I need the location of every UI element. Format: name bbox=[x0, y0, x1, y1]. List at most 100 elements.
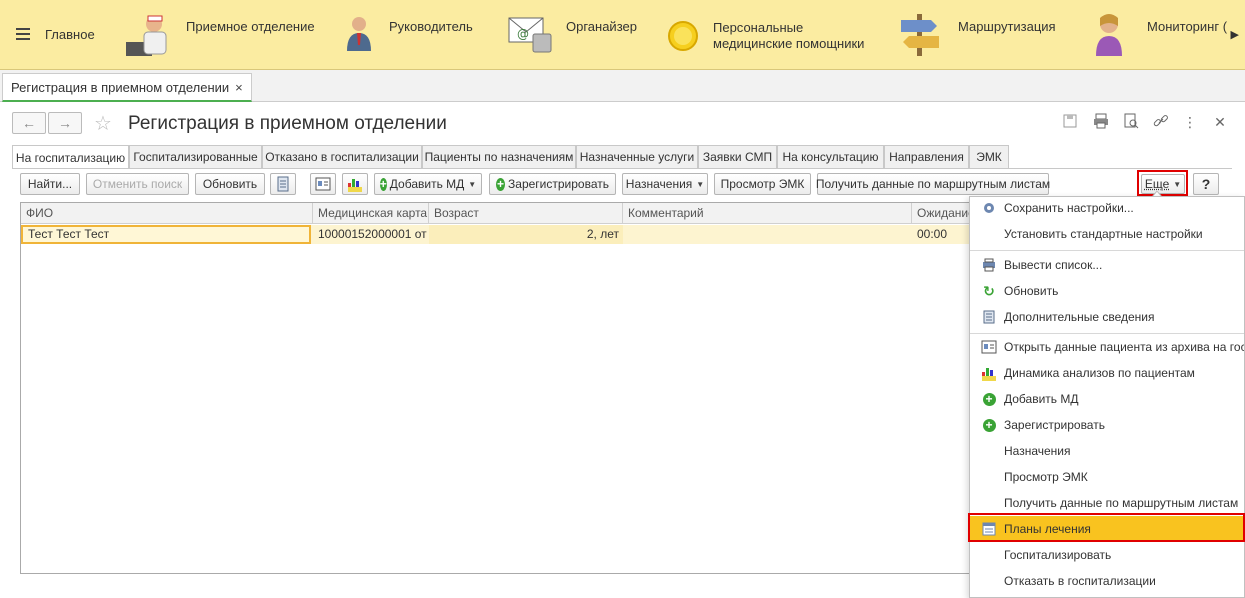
menu-item-label: Обновить bbox=[1004, 284, 1059, 298]
refresh-button[interactable]: Обновить bbox=[195, 173, 265, 195]
section-routing[interactable]: Маршрутизация bbox=[897, 0, 1056, 70]
menu-item-label: Зарегистрировать bbox=[1004, 418, 1105, 432]
menu-item-save-settings[interactable]: Сохранить настройки... bbox=[970, 197, 1244, 221]
menu-item-print-list[interactable]: Вывести список... bbox=[970, 252, 1244, 278]
scroll-right-icon[interactable]: ▶ bbox=[1231, 28, 1239, 41]
section-manager-label: Руководитель bbox=[389, 19, 473, 34]
table-header: ФИО Медицинская карта Возраст Комментари… bbox=[21, 203, 1019, 224]
tab-consultation[interactable]: На консультацию bbox=[777, 145, 884, 168]
section-monitoring[interactable]: Мониторинг ( bbox=[1094, 0, 1227, 70]
column-header-fio[interactable]: ФИО bbox=[21, 203, 313, 224]
section-reception-label: Приемное отделение bbox=[186, 19, 315, 34]
add-icon: + bbox=[981, 417, 997, 433]
menu-item-hospitalize[interactable]: Госпитализировать bbox=[970, 542, 1244, 568]
section-reception[interactable]: Приемное отделение bbox=[122, 0, 315, 70]
menu-item-add-md[interactable]: + Добавить МД bbox=[970, 386, 1244, 412]
cell-age[interactable]: 2, лет bbox=[429, 225, 623, 244]
archive-button[interactable] bbox=[310, 173, 336, 195]
analysis-icon bbox=[348, 179, 362, 192]
details-button[interactable] bbox=[270, 173, 296, 195]
monitoring-icon bbox=[1096, 14, 1122, 56]
open-windows-bar: Регистрация в приемном отделении × bbox=[0, 70, 1245, 102]
arrow-left-icon: ← bbox=[22, 115, 36, 131]
find-button[interactable]: Найти... bbox=[20, 173, 80, 195]
section-main[interactable]: Главное bbox=[45, 0, 95, 70]
patients-table[interactable]: ФИО Медицинская карта Возраст Комментари… bbox=[20, 202, 1020, 574]
more-vertical-icon[interactable]: ⋮ bbox=[1181, 113, 1199, 131]
link-icon[interactable] bbox=[1152, 113, 1170, 131]
chevron-down-icon: ▼ bbox=[468, 179, 477, 189]
appointments-label: Назначения bbox=[625, 177, 693, 191]
svg-text:@: @ bbox=[517, 27, 529, 41]
menu-item-view-emk[interactable]: Просмотр ЭМК bbox=[970, 464, 1244, 490]
tab-patients-by-appointments[interactable]: Пациенты по назначениям bbox=[422, 145, 576, 168]
archive-icon bbox=[315, 177, 331, 191]
close-form-icon[interactable]: ✕ bbox=[1211, 113, 1229, 131]
menu-item-label: Вывести список... bbox=[1004, 258, 1103, 272]
menu-item-label: Установить стандартные настройки bbox=[1004, 227, 1203, 241]
section-assistants-label-2: медицинские помощники bbox=[713, 36, 865, 51]
treatment-plans-annotation bbox=[968, 513, 1245, 542]
archive-icon bbox=[981, 339, 997, 355]
refresh-icon: ↻ bbox=[983, 282, 995, 299]
tabs-divider bbox=[12, 168, 1232, 169]
menu-item-details[interactable]: Дополнительные сведения bbox=[970, 304, 1244, 330]
menu-item-label: Добавить МД bbox=[1004, 392, 1079, 406]
save-disk-icon[interactable] bbox=[1061, 113, 1079, 131]
cell-fio[interactable]: Тест Тест Тест bbox=[21, 225, 311, 244]
menu-item-refuse-hospitalization[interactable]: Отказать в госпитализации bbox=[970, 568, 1244, 594]
help-button[interactable]: ? bbox=[1193, 173, 1219, 195]
view-emk-button[interactable]: Просмотр ЭМК bbox=[714, 173, 811, 195]
cell-comment[interactable] bbox=[623, 225, 912, 244]
manager-icon bbox=[347, 17, 371, 51]
cancel-search-button[interactable]: Отменить поиск bbox=[86, 173, 189, 195]
tab-refused[interactable]: Отказано в госпитализации bbox=[262, 145, 422, 168]
column-header-comment[interactable]: Комментарий bbox=[623, 203, 912, 224]
print-icon[interactable] bbox=[1092, 113, 1110, 131]
hamburger-icon[interactable] bbox=[16, 28, 30, 40]
favorite-star-icon[interactable]: ☆ bbox=[94, 111, 112, 136]
tab-emk[interactable]: ЭМК bbox=[969, 145, 1009, 168]
menu-item-refresh[interactable]: ↻ Обновить bbox=[970, 278, 1244, 304]
analysis-button[interactable] bbox=[342, 173, 368, 195]
window-tab-registration[interactable]: Регистрация в приемном отделении × bbox=[2, 73, 252, 102]
register-label: Зарегистрировать bbox=[508, 177, 609, 191]
signpost-icon bbox=[901, 14, 939, 56]
menu-item-label: Отказать в госпитализации bbox=[1004, 574, 1156, 588]
menu-item-default-settings[interactable]: Установить стандартные настройки bbox=[970, 221, 1244, 247]
details-icon bbox=[981, 309, 997, 325]
tab-referrals[interactable]: Направления bbox=[884, 145, 969, 168]
menu-item-appointments[interactable]: Назначения bbox=[970, 438, 1244, 464]
forward-button[interactable]: → bbox=[48, 112, 82, 134]
menu-item-analysis-dynamics[interactable]: Динамика анализов по пациентам bbox=[970, 360, 1244, 386]
back-button[interactable]: ← bbox=[12, 112, 46, 134]
add-md-label: Добавить МД bbox=[389, 177, 465, 191]
menu-item-label: Открыть данные пациента из архива на гос… bbox=[1004, 340, 1245, 354]
menu-item-register[interactable]: + Зарегистрировать bbox=[970, 412, 1244, 438]
tab-assigned-services[interactable]: Назначенные услуги bbox=[576, 145, 698, 168]
cell-card[interactable]: 10000152000001 от ... bbox=[313, 225, 429, 244]
add-md-button[interactable]: + Добавить МД ▼ bbox=[374, 173, 482, 195]
section-manager[interactable]: Руководитель bbox=[344, 0, 473, 70]
appointments-button[interactable]: Назначения ▼ bbox=[622, 173, 708, 195]
tab-hospitalization[interactable]: На госпитализацию bbox=[12, 145, 129, 169]
menu-item-label: Сохранить настройки... bbox=[1004, 201, 1134, 215]
route-sheets-button[interactable]: Получить данные по маршрутным листам bbox=[816, 173, 1050, 195]
receptionist-icon bbox=[126, 15, 167, 56]
sections-panel: Главное Приемное отделение Руководитель … bbox=[0, 0, 1245, 70]
print-list-icon bbox=[981, 257, 997, 273]
tab-hospitalized[interactable]: Госпитализированные bbox=[129, 145, 262, 168]
column-header-card[interactable]: Медицинская карта bbox=[313, 203, 429, 224]
menu-item-label: Госпитализировать bbox=[1004, 548, 1112, 562]
preview-icon[interactable] bbox=[1122, 113, 1140, 131]
section-assistants-label-1: Персональные bbox=[713, 20, 804, 35]
window-tab-label: Регистрация в приемном отделении bbox=[11, 79, 230, 95]
column-header-age[interactable]: Возраст bbox=[429, 203, 623, 224]
tab-ambulance-requests[interactable]: Заявки СМП bbox=[698, 145, 777, 168]
table-row[interactable]: Тест Тест Тест 10000152000001 от ... 2, … bbox=[21, 225, 1019, 244]
close-icon[interactable]: × bbox=[235, 80, 243, 95]
section-organizer[interactable]: @ Органайзер bbox=[507, 0, 637, 70]
menu-item-label: Просмотр ЭМК bbox=[1004, 470, 1088, 484]
register-button[interactable]: + Зарегистрировать bbox=[489, 173, 616, 195]
menu-item-open-archive[interactable]: Открыть данные пациента из архива на гос… bbox=[970, 334, 1245, 360]
